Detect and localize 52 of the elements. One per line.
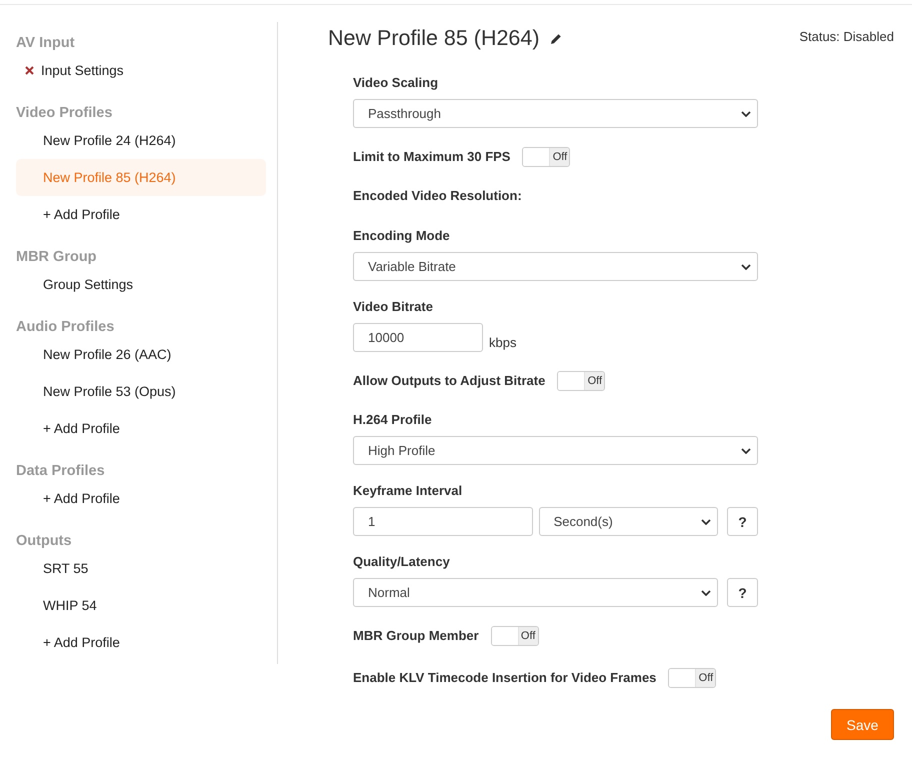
chevron-icon (741, 448, 751, 454)
sidebar-item[interactable]: Input Settings (16, 52, 266, 89)
error-icon (25, 66, 34, 75)
field-label: Allow Outputs to Adjust Bitrate (353, 373, 546, 389)
section-heading: Audio Profiles (16, 318, 116, 337)
chevron-icon (701, 518, 712, 524)
toggle-switch[interactable]: Off (668, 668, 716, 688)
status-text: Status: Disabled (799, 29, 894, 44)
pencil-icon[interactable] (550, 32, 562, 44)
field-label: Encoded Video Resolution: (353, 188, 523, 204)
dropdown[interactable]: High Profile (353, 436, 758, 465)
sidebar-item[interactable]: SRT 55 (16, 550, 266, 587)
field-label: H.264 Profile (353, 412, 433, 428)
toggle-switch[interactable]: Off (522, 147, 570, 167)
field-label: Enable KLV Timecode Insertion for Video Frames (353, 670, 656, 686)
field-label: Keyframe Interval (353, 483, 464, 499)
sidebar-item[interactable]: + Add Profile (16, 624, 266, 661)
field-label: Limit to Maximum 30 FPS (353, 149, 510, 165)
chevron-icon (741, 110, 751, 116)
section-heading: Data Profiles (16, 462, 106, 481)
toggle-switch[interactable]: Off (490, 626, 539, 646)
section-heading: MBR Group (16, 248, 98, 267)
field-label: MBR Group Member (353, 628, 479, 644)
sidebar-item[interactable]: New Profile 53 (Opus) (16, 373, 266, 410)
dropdown[interactable]: Second(s) (538, 507, 718, 536)
dropdown[interactable]: Passthrough (353, 99, 758, 128)
field-label: Encoding Mode (353, 228, 451, 244)
chevron-icon (741, 264, 751, 270)
sidebar-item[interactable]: New Profile 24 (H264) (16, 122, 266, 159)
sidebar-item[interactable]: WHIP 54 (16, 587, 266, 624)
input-field[interactable]: 10000 (353, 323, 483, 352)
sidebar-item[interactable]: + Add Profile (16, 196, 266, 233)
dropdown[interactable]: Variable Bitrate (353, 252, 758, 281)
sidebar-item[interactable]: New Profile 26 (AAC) (16, 336, 266, 373)
help-button[interactable]: ? (727, 507, 758, 536)
field-label: Quality/Latency (353, 554, 451, 570)
chevron-icon (701, 590, 711, 596)
page-title: New Profile 85 (H264) (328, 26, 540, 51)
sidebar-item[interactable]: Group Settings (16, 266, 266, 303)
dropdown[interactable]: Normal (353, 578, 718, 607)
field-label: Video Bitrate (353, 299, 434, 315)
sidebar-item[interactable]: + Add Profile (16, 480, 266, 517)
input-field[interactable]: 1 (353, 507, 533, 536)
field-label: Video Scaling (353, 75, 440, 91)
section-heading: AV Input (16, 34, 76, 53)
section-heading: Outputs (16, 532, 73, 551)
help-button[interactable]: ? (727, 578, 758, 607)
unit-label: kbps (489, 335, 516, 350)
item-label: Input Settings (41, 62, 124, 80)
toggle-switch[interactable]: Off (557, 371, 606, 391)
section-heading: Video Profiles (16, 104, 114, 123)
sidebar-item[interactable]: + Add Profile (16, 410, 266, 447)
